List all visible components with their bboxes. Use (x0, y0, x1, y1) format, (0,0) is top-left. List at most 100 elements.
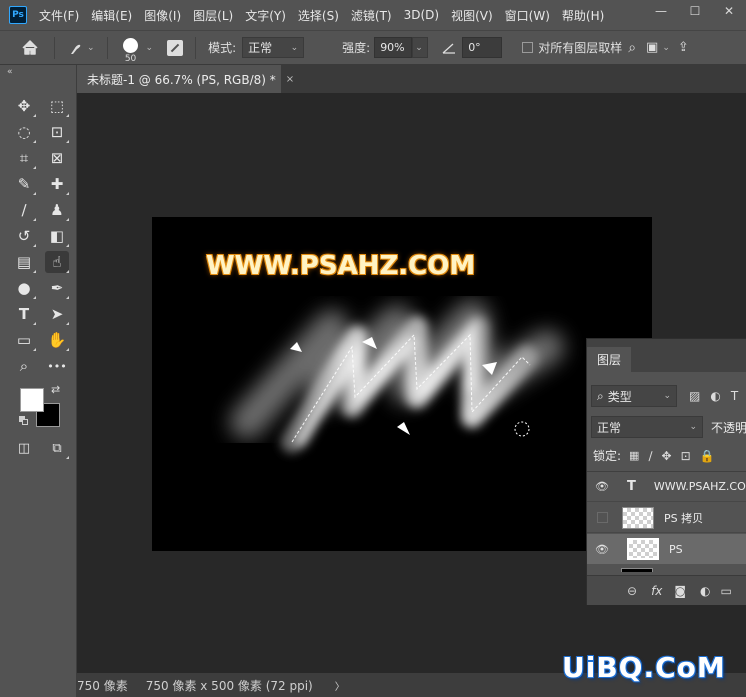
menu-edit[interactable]: 编辑(E) (91, 7, 132, 24)
marquee-tool[interactable]: ⬚ (45, 95, 69, 117)
zoom-readout[interactable]: 750 像素 (77, 677, 128, 694)
swap-colors-icon[interactable]: ⇄ (51, 383, 60, 396)
lock-artboard-icon[interactable]: ⊡ (681, 449, 691, 463)
sample-all-layers-checkbox[interactable] (522, 42, 534, 53)
angle-control[interactable]: 0° (442, 37, 503, 58)
move-tool[interactable]: ✥ (12, 95, 36, 117)
close-tab-icon[interactable]: × (286, 74, 294, 85)
screen-mode-tool[interactable]: ⧉ (45, 437, 69, 459)
brush-settings-button[interactable] (167, 39, 184, 56)
strength-slider-toggle[interactable]: ⌄ (412, 37, 429, 58)
search-icon[interactable]: ⌕ (628, 40, 636, 56)
type-filter-icon[interactable]: T (731, 389, 738, 403)
layer-filter-row: ⌕ 类型 ⌄ ▨ ◐ T (587, 385, 746, 407)
sample-all-layers-option[interactable]: 对所有图层取样 (522, 39, 622, 56)
menu-window[interactable]: 窗口(W) (505, 7, 550, 24)
layer-filter-value: 类型 (607, 389, 632, 404)
mask-icon[interactable]: ◙ (674, 584, 686, 598)
frame-icon: ⊠ (50, 149, 64, 167)
layers-tab[interactable]: 图层 (587, 347, 631, 372)
hand-tool[interactable]: ✋ (45, 329, 69, 351)
menu-type[interactable]: 文字(Y) (245, 7, 286, 24)
mode-dropdown[interactable]: 正常 ⌄ (242, 37, 305, 58)
chevron-down-icon[interactable]: ⌄ (662, 43, 670, 53)
type-tool[interactable]: T (12, 303, 36, 325)
strength-control[interactable]: 90% ⌄ (374, 37, 429, 58)
tool-preset-picker[interactable]: ⌄ (67, 40, 95, 56)
eye-icon[interactable]: 👁 (595, 543, 609, 556)
chevron-down-icon: ⌄ (663, 391, 671, 401)
layer-filter-dropdown[interactable]: ⌕ 类型 ⌄ (591, 385, 677, 407)
zoom-icon: ⌕ (19, 357, 29, 375)
adjustment-filter-icon[interactable]: ◐ (710, 389, 720, 403)
document-dimensions: 750 像素 x 500 像素 (72 ppi) (145, 678, 313, 693)
zoom-tool[interactable]: ⌕ (12, 355, 36, 377)
lock-position-icon[interactable]: ✥ (662, 449, 672, 463)
brush-tool[interactable]: ∕ (12, 199, 36, 221)
eraser-tool[interactable]: ◧ (45, 225, 69, 247)
status-menu-chevron-icon[interactable]: 〉 (335, 678, 345, 693)
home-button[interactable] (22, 40, 38, 55)
blend-mode-dropdown[interactable]: 正常 ⌄ (591, 416, 703, 438)
lock-transparency-icon[interactable]: ▦ (629, 449, 639, 462)
document-tab[interactable]: 未标题-1 @ 66.7% (PS, RGB/8) * × (77, 65, 294, 93)
quick-mask-tool[interactable]: ◫ (12, 437, 36, 459)
history-brush-tool[interactable]: ↺ (12, 225, 36, 247)
smudge-tool[interactable]: ☝ (45, 251, 69, 273)
path-select-tool[interactable]: ➤ (45, 303, 69, 325)
menu-view[interactable]: 视图(V) (451, 7, 493, 24)
close-window-button[interactable]: ✕ (712, 0, 746, 22)
document-tab-title: 未标题-1 @ 66.7% (PS, RGB/8) * (87, 72, 276, 87)
workspace-icon[interactable]: ▣ (646, 40, 658, 55)
layers-panel: 图层 ⌕ 类型 ⌄ ▨ ◐ T 正常 ⌄ 不透明 锁定: ▦ ∕ ✥ ⊡ 🔒 👁 (586, 338, 746, 605)
folder-icon[interactable]: ▭ (721, 584, 732, 598)
healing-tool[interactable]: ✚ (45, 173, 69, 195)
menu-filter[interactable]: 滤镜(T) (351, 7, 392, 24)
eye-icon[interactable]: 👁 (595, 480, 609, 493)
eyedropper-tool[interactable]: ✎ (12, 173, 36, 195)
layer-row[interactable]: PS 拷贝 (587, 503, 746, 533)
layer-row-selected[interactable]: 👁 PS (587, 534, 746, 564)
document-canvas[interactable]: WWW.PSAHZ.COM (152, 217, 652, 551)
options-bar: ⌄ 50 ⌄ 模式: 正常 ⌄ 强度: 90% ⌄ 0° 对所有图层取样 ⌕ ▣… (0, 30, 746, 65)
pen-tool[interactable]: ✒ (45, 277, 69, 299)
more-tools-button[interactable]: ••• (45, 355, 69, 377)
maximize-button[interactable]: ☐ (678, 0, 712, 22)
object-select-tool[interactable]: ⊡ (45, 121, 69, 143)
minimize-button[interactable]: — (644, 0, 678, 22)
menu-help[interactable]: 帮助(H) (562, 7, 604, 24)
visibility-toggle[interactable] (597, 512, 608, 523)
menu-file[interactable]: 文件(F) (39, 7, 79, 24)
link-icon[interactable]: ⊖ (627, 584, 637, 598)
default-colors-icon[interactable] (19, 416, 29, 426)
chevron-down-icon[interactable]: ⌄ (146, 43, 154, 53)
foreground-color-swatch[interactable] (20, 388, 44, 412)
collapse-panel-icon[interactable]: « (7, 67, 13, 77)
strength-input[interactable]: 90% (374, 37, 413, 58)
gradient-tool[interactable]: ▤ (12, 251, 36, 273)
menu-select[interactable]: 选择(S) (298, 7, 339, 24)
adjustment-icon[interactable]: ◐ (700, 584, 710, 598)
menu-layer[interactable]: 图层(L) (193, 7, 233, 24)
angle-input[interactable]: 0° (462, 37, 503, 58)
chevron-down-icon: ⌄ (415, 42, 423, 53)
photoshop-logo-icon[interactable]: Ps (9, 6, 27, 24)
fx-icon[interactable]: fx (651, 584, 662, 598)
rectangle-icon: ▭ (16, 331, 32, 349)
chevron-down-icon: ⌄ (87, 42, 95, 53)
smudge-icon: ☝ (52, 253, 62, 271)
menu-image[interactable]: 图像(I) (144, 7, 181, 24)
menu-3d[interactable]: 3D(D) (404, 8, 439, 22)
rectangle-tool[interactable]: ▭ (12, 329, 36, 351)
brush-preset-picker[interactable]: 50 (120, 38, 142, 64)
stamp-tool[interactable]: ♟ (45, 199, 69, 221)
dodge-tool[interactable]: ● (12, 277, 36, 299)
crop-tool[interactable]: ⌗ (12, 147, 36, 169)
image-filter-icon[interactable]: ▨ (689, 389, 700, 403)
lasso-tool[interactable]: ◌ (12, 121, 36, 143)
lock-pixels-icon[interactable]: ∕ (648, 449, 652, 463)
lock-all-icon[interactable]: 🔒 (700, 449, 715, 463)
frame-tool[interactable]: ⊠ (45, 147, 69, 169)
layer-row[interactable]: 👁 T WWW.PSAHZ.CO (587, 472, 746, 502)
share-icon[interactable]: ⇪ (678, 40, 689, 55)
